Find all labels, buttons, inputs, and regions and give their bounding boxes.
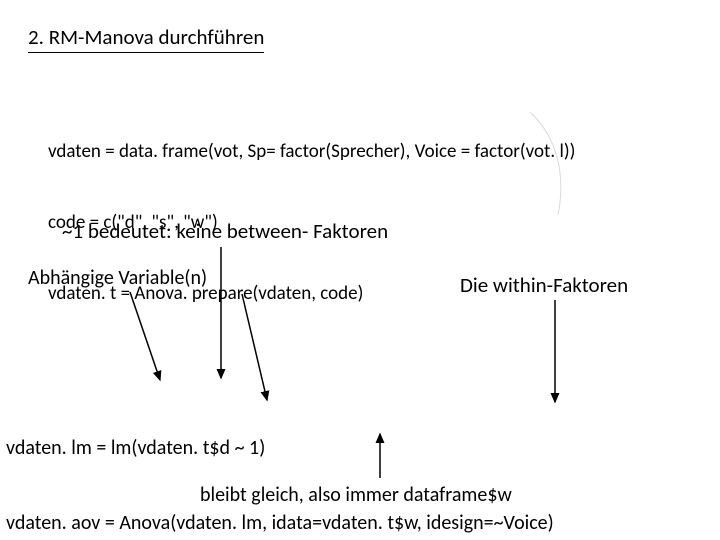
slide: 2. RM-Manova durchführen vdaten = data. … — [0, 0, 720, 540]
annotation-dependent-var: Abhängige Variable(n) — [28, 266, 207, 290]
code-line: vdaten. aov = Anova(vdaten. lm, idata=vd… — [6, 511, 554, 536]
annotation-tilde-one: ~1 bedeutet: keine between- Faktoren — [62, 218, 388, 244]
section-title: 2. RM-Manova durchführen — [28, 24, 264, 53]
annotation-within-factors: Die within-Faktoren — [460, 272, 628, 298]
annotation-dataframe-w: bleibt gleich, also immer dataframe$w — [200, 483, 512, 507]
code-block-2: vdaten. lm = lm(vdaten. t$d ~ 1) vdaten.… — [6, 386, 554, 540]
code-line: vdaten = data. frame(vot, Sp= factor(Spr… — [48, 140, 575, 164]
code-line: vdaten. lm = lm(vdaten. t$d ~ 1) — [6, 436, 554, 461]
